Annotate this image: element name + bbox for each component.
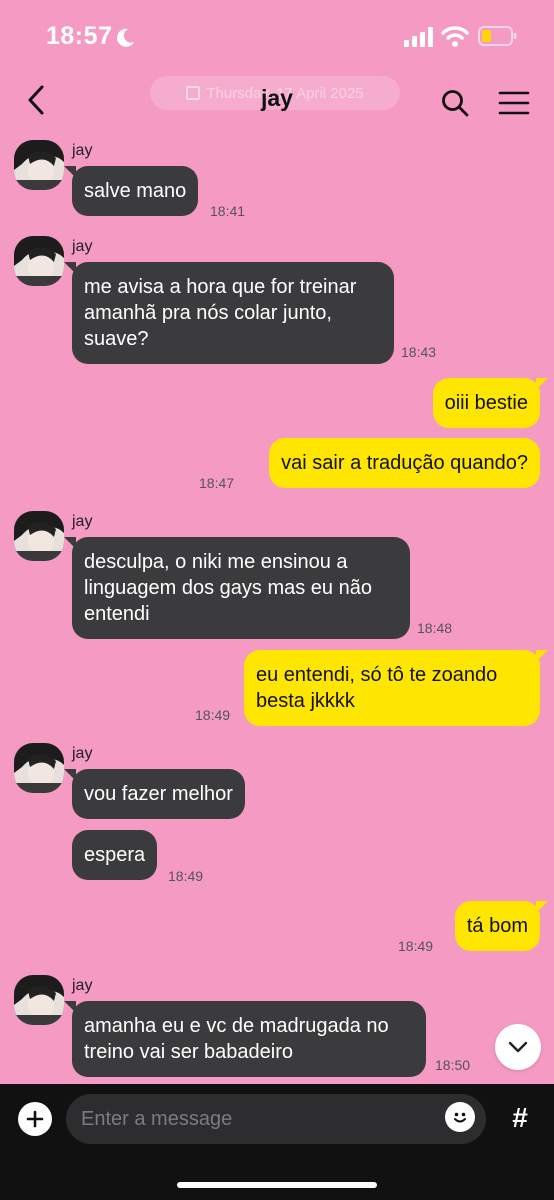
wifi-icon xyxy=(441,26,469,47)
signal-icon xyxy=(404,27,433,47)
avatar[interactable] xyxy=(14,140,64,190)
message-bubble-incoming[interactable]: desculpa, o niki me ensinou a linguagem … xyxy=(64,537,410,639)
message-bubble-outgoing[interactable]: tá bom xyxy=(454,901,549,951)
message-bubble-incoming[interactable]: vou fazer melhor xyxy=(64,769,245,819)
message-time: 18:41 xyxy=(210,203,246,219)
moon-icon xyxy=(117,28,134,47)
avatar-photo xyxy=(14,236,64,286)
message-bubble-incoming[interactable]: salve mano xyxy=(63,166,199,216)
message-time: 18:49 xyxy=(168,868,204,884)
avatar-photo xyxy=(14,511,64,561)
avatar-photo xyxy=(14,140,64,190)
message-time: 18:49 xyxy=(398,938,434,954)
status-time: 18:57 xyxy=(46,22,113,50)
sender-name: jay xyxy=(72,513,93,530)
sender-name: jay xyxy=(72,142,93,159)
message-time: 18:47 xyxy=(199,475,235,491)
avatar[interactable] xyxy=(14,975,64,1025)
search-icon[interactable] xyxy=(440,88,470,118)
message-bubble-incoming[interactable]: amanha eu e vc de madrugada no treino va… xyxy=(64,1001,426,1077)
message-time: 18:43 xyxy=(401,344,437,360)
message-bubble-outgoing[interactable]: eu entendi, só tô te zoando besta jkkkk xyxy=(244,650,548,726)
scroll-down-button[interactable] xyxy=(495,1024,541,1070)
avatar[interactable] xyxy=(14,236,64,286)
avatar[interactable] xyxy=(14,511,64,561)
message-input[interactable] xyxy=(66,1094,486,1144)
attach-button[interactable] xyxy=(18,1102,52,1136)
message-bubble-incoming[interactable]: me avisa a hora que for treinar amanhã p… xyxy=(64,262,394,364)
emoji-icon xyxy=(454,1112,466,1123)
sender-name: jay xyxy=(72,238,93,255)
message-time: 18:50 xyxy=(435,1057,471,1073)
chevron-down-icon xyxy=(508,1041,528,1053)
menu-icon[interactable] xyxy=(498,89,530,117)
sender-name: jay xyxy=(72,745,93,762)
message-bubble-outgoing[interactable]: oiii bestie xyxy=(432,378,549,428)
message-bubble-incoming[interactable]: espera xyxy=(72,830,158,880)
message-bubble-outgoing[interactable]: vai sair a tradução quando? xyxy=(269,438,540,488)
message-time: 18:49 xyxy=(195,707,231,723)
avatar-photo xyxy=(14,743,64,793)
hashtag-button[interactable]: # xyxy=(500,1096,540,1140)
composer-bar: # xyxy=(0,1084,554,1200)
sender-name: jay xyxy=(72,977,93,994)
message-time: 18:48 xyxy=(417,620,453,636)
battery-icon xyxy=(478,26,517,46)
avatar-photo xyxy=(14,975,64,1025)
emoji-button[interactable] xyxy=(445,1102,475,1132)
avatar[interactable] xyxy=(14,743,64,793)
status-bar: 18:57 xyxy=(0,0,554,70)
plus-icon xyxy=(26,1110,44,1128)
home-indicator xyxy=(177,1182,377,1188)
chat-title: jay xyxy=(261,85,293,111)
chat-header: Thursday, 17 April 2025 jay xyxy=(0,70,554,132)
